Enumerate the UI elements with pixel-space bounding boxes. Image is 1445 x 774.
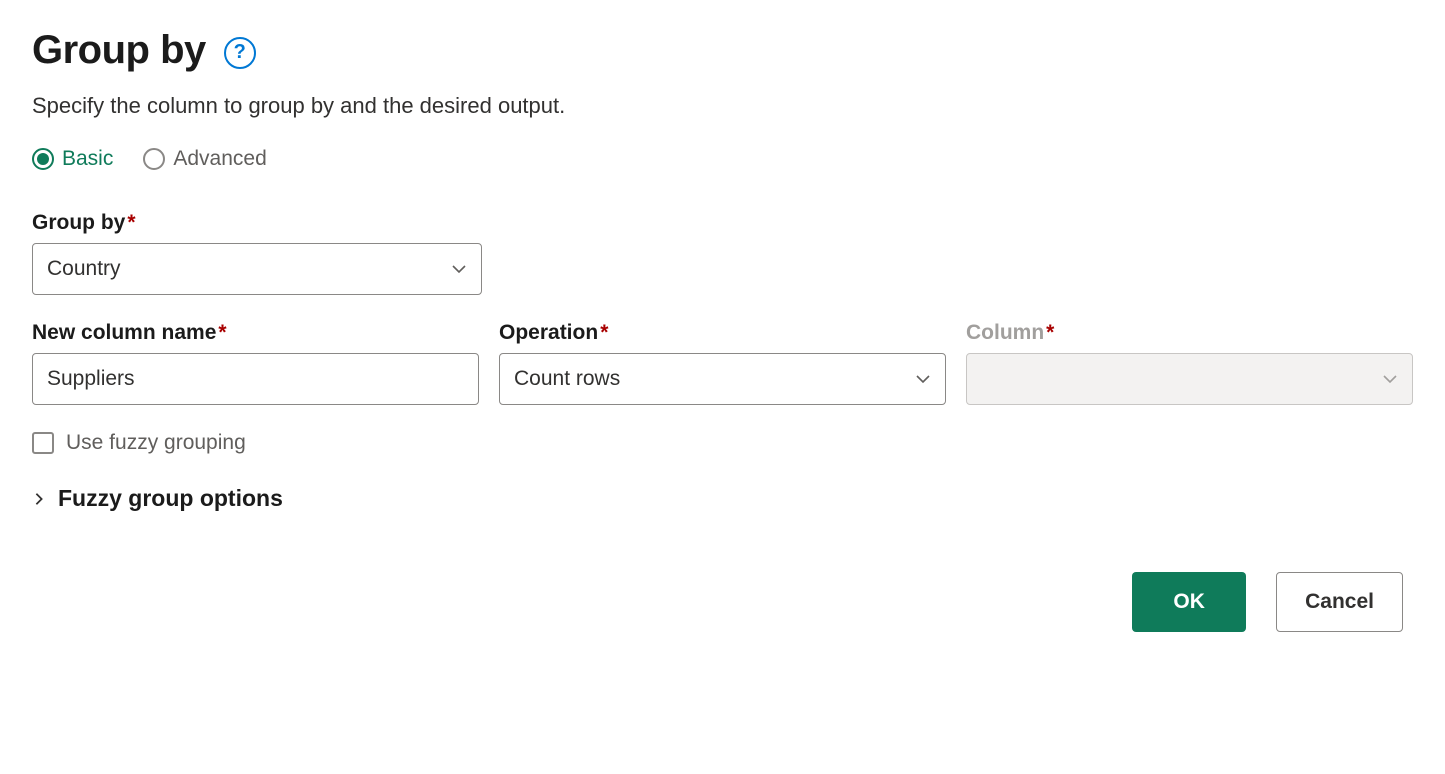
required-asterisk: *	[600, 321, 608, 344]
group-by-select[interactable]: Country	[32, 243, 482, 295]
new-column-input[interactable]	[32, 353, 479, 405]
group-by-value: Country	[47, 257, 121, 281]
group-by-label: Group by*	[32, 211, 1413, 235]
column-label-text: Column	[966, 321, 1044, 344]
radio-basic-label: Basic	[62, 147, 113, 171]
required-asterisk: *	[218, 321, 226, 344]
fuzzy-checkbox-label: Use fuzzy grouping	[66, 431, 246, 455]
chevron-down-icon	[451, 261, 467, 277]
column-label: Column*	[966, 321, 1413, 345]
chevron-right-icon	[32, 492, 46, 506]
operation-select[interactable]: Count rows	[499, 353, 946, 405]
help-icon[interactable]: ?	[224, 37, 256, 69]
column-select	[966, 353, 1413, 405]
fuzzy-options-toggle[interactable]: Fuzzy group options	[32, 485, 283, 512]
mode-radio-group: Basic Advanced	[32, 147, 1413, 171]
fuzzy-options-label: Fuzzy group options	[58, 485, 283, 512]
new-column-label-text: New column name	[32, 321, 216, 344]
chevron-down-icon	[915, 371, 931, 387]
group-by-label-text: Group by	[32, 211, 125, 234]
operation-label: Operation*	[499, 321, 946, 345]
operation-value: Count rows	[514, 367, 620, 391]
radio-advanced-label: Advanced	[173, 147, 266, 171]
chevron-down-icon	[1382, 371, 1398, 387]
checkbox-box-icon	[32, 432, 54, 454]
dialog-actions: OK Cancel	[32, 572, 1413, 632]
required-asterisk: *	[127, 211, 135, 234]
dialog-title: Group by	[32, 28, 206, 73]
cancel-button[interactable]: Cancel	[1276, 572, 1403, 632]
required-asterisk: *	[1046, 321, 1054, 344]
new-column-label: New column name*	[32, 321, 479, 345]
radio-advanced[interactable]: Advanced	[143, 147, 266, 171]
radio-circle-icon	[143, 148, 165, 170]
dialog-subtitle: Specify the column to group by and the d…	[32, 93, 1413, 119]
operation-label-text: Operation	[499, 321, 598, 344]
fuzzy-checkbox[interactable]: Use fuzzy grouping	[32, 431, 246, 455]
radio-circle-icon	[32, 148, 54, 170]
radio-basic[interactable]: Basic	[32, 147, 113, 171]
ok-button[interactable]: OK	[1132, 572, 1246, 632]
